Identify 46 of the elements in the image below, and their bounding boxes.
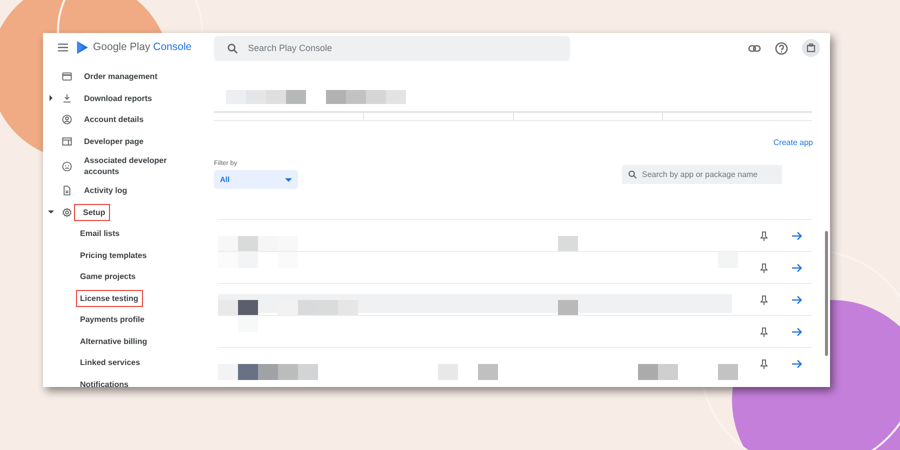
arrow-right-icon[interactable] (792, 230, 803, 240)
sidebar-item[interactable]: Order management (80, 68, 162, 86)
sidebar-item[interactable]: Game projects (76, 268, 141, 286)
document-icon (62, 185, 72, 196)
sidebar-item[interactable]: Pricing templates (76, 246, 152, 264)
arrow-right-icon[interactable] (792, 326, 803, 336)
sidebar-item[interactable]: License testing (76, 290, 144, 307)
account-icon[interactable] (802, 39, 820, 57)
scrollbar[interactable] (825, 231, 828, 356)
pin-icon[interactable] (760, 358, 768, 368)
sad-face-icon (62, 160, 72, 172)
sidebar-item[interactable]: Download reports (80, 90, 158, 107)
sidebar-item[interactable]: Alternative billing (76, 332, 152, 350)
arrow-right-icon[interactable] (792, 358, 803, 368)
search-field[interactable]: Search Play Console (214, 36, 570, 60)
menu-icon[interactable] (58, 42, 68, 52)
play-logo-icon (77, 40, 88, 54)
app-search-field[interactable]: Search by app or package name (622, 165, 782, 184)
arrow-right-icon[interactable] (792, 294, 803, 304)
caret-icon (285, 178, 292, 182)
sidebar-item[interactable]: Email lists (76, 225, 125, 242)
browser-window-icon (62, 136, 72, 147)
sidebar-item[interactable]: Developer page (80, 132, 149, 150)
logo-text: Google Play Console (93, 41, 192, 53)
help-icon[interactable] (775, 42, 788, 54)
sidebar-item[interactable]: Payments profile (76, 311, 150, 328)
pin-icon[interactable] (760, 230, 768, 240)
pin-icon[interactable] (760, 262, 768, 272)
sidebar-item[interactable]: Linked services (76, 354, 146, 372)
download-icon (62, 92, 72, 104)
sidebar-item[interactable]: Setup (74, 204, 110, 221)
arrow-right-icon[interactable] (792, 262, 803, 272)
account-circle-icon (62, 114, 72, 126)
create-app-link[interactable]: Create app (773, 138, 813, 147)
sidebar-item[interactable]: Associated developer accounts (80, 152, 177, 180)
sidebar-item[interactable]: Account details (80, 111, 149, 128)
sidebar-item[interactable]: Notifications (76, 376, 134, 387)
card-icon (62, 71, 72, 82)
search-icon (628, 170, 637, 179)
caret-down-icon[interactable] (48, 209, 54, 216)
sidebar-item[interactable]: Activity log (80, 182, 132, 200)
pin-icon[interactable] (760, 326, 768, 336)
pin-icon[interactable] (760, 294, 768, 304)
search-icon (227, 42, 238, 54)
settings-icon (62, 206, 72, 218)
caret-right-icon[interactable] (48, 95, 54, 102)
